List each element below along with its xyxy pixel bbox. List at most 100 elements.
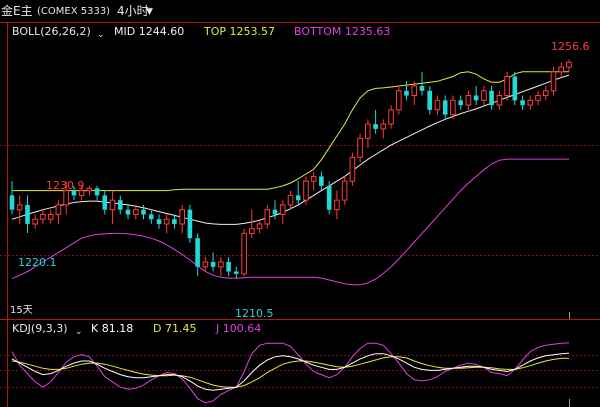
candle-body (218, 261, 224, 268)
candle-body (319, 176, 324, 186)
candle (264, 204, 271, 229)
candle (241, 228, 247, 277)
candle-body (86, 187, 93, 192)
candle-body (249, 228, 255, 234)
candle (427, 86, 432, 115)
candle-body (373, 124, 378, 129)
chevron-down-icon[interactable]: ⌄ (97, 29, 105, 41)
period-selector[interactable]: 4小时 (117, 5, 149, 17)
candle (187, 204, 193, 243)
candle (256, 219, 263, 234)
candle-body (256, 223, 263, 230)
candle (334, 190, 340, 220)
candle (195, 233, 200, 277)
candle-body (550, 71, 557, 92)
candle (172, 214, 177, 229)
candle-body (156, 219, 162, 224)
candle-body (295, 195, 301, 201)
candle (558, 62, 565, 77)
candle-body (481, 90, 487, 101)
kdj-j-line (11, 342, 570, 404)
candle (512, 71, 518, 106)
boll-indicator-label[interactable]: BOLL(26,26,2) (12, 26, 91, 38)
candle (349, 152, 356, 186)
candle-body (264, 209, 271, 225)
candle (118, 195, 123, 215)
kdj-d-line (11, 356, 570, 388)
candle-body (125, 209, 131, 215)
kdj-indicator-label[interactable]: KDJ(9,3,3) (12, 323, 68, 335)
candle (210, 252, 216, 272)
candle-body (187, 209, 193, 239)
candle (473, 86, 479, 106)
quote-chart-window: 金E主 (COMEX 5333) 4小时 ▼ BOLL(26,26,2) ⌄ M… (0, 0, 600, 407)
candle-body (434, 99, 441, 111)
candle (357, 133, 363, 163)
candles (9, 59, 572, 279)
symbol-name[interactable]: 金E主 (1, 5, 33, 17)
candle-body (388, 109, 394, 125)
candle-body (172, 219, 177, 224)
candle (16, 195, 23, 224)
candle (388, 105, 394, 129)
boll-top-value: TOP 1253.57 (204, 25, 275, 38)
candle (202, 257, 209, 272)
candle (496, 90, 503, 110)
kdj-lines (11, 342, 570, 404)
candle (442, 95, 448, 120)
candle-body (504, 76, 510, 96)
candle (226, 257, 231, 277)
candle (218, 257, 224, 277)
candle-body (241, 232, 247, 275)
candle-body (179, 209, 185, 225)
candle-body (496, 95, 503, 106)
candle-body (279, 204, 286, 215)
candle (481, 86, 487, 106)
candle (404, 81, 409, 101)
candle (504, 71, 510, 101)
candle-body (133, 209, 139, 215)
high-price-label: 1230.9 (46, 179, 85, 192)
candle-body (357, 137, 363, 158)
boll-lines (11, 71, 570, 286)
candle-body (489, 90, 494, 106)
candle (156, 214, 162, 229)
candle-body (272, 209, 278, 215)
candle-body (202, 261, 209, 268)
candle (319, 171, 324, 191)
candle-body (419, 86, 425, 91)
chevron-down-icon[interactable]: ▼ (146, 6, 153, 18)
candle-body (141, 209, 146, 215)
low-price-label: 1210.5 (235, 307, 274, 320)
candle-body (341, 180, 348, 201)
candle (527, 95, 534, 110)
candle (47, 209, 54, 224)
kdj-k-line (11, 352, 570, 391)
candle-body (9, 195, 15, 210)
period-count-label: 15天 (10, 305, 33, 316)
chart-canvas (0, 22, 600, 407)
candle-body (226, 262, 231, 272)
kdj-d-value: D 71.45 (153, 322, 197, 335)
candle (326, 181, 332, 215)
chevron-down-icon[interactable]: ⌄ (75, 326, 83, 338)
candle-body (465, 95, 472, 106)
candle (411, 81, 418, 106)
candle-body (543, 90, 549, 97)
high-price-label: 1256.6 (551, 40, 590, 53)
boll-top-line (12, 71, 569, 192)
candle (520, 95, 525, 110)
candle (458, 95, 463, 110)
candle-body (404, 90, 409, 96)
candle (373, 109, 378, 134)
candle (396, 86, 402, 115)
candle (102, 190, 108, 215)
candle (287, 190, 294, 210)
candle-body (303, 180, 309, 201)
candle-body (310, 175, 317, 182)
candle-body (334, 199, 340, 211)
candle-body (411, 85, 418, 96)
candle-body (473, 95, 479, 101)
candle (148, 209, 154, 224)
candle (543, 86, 549, 101)
